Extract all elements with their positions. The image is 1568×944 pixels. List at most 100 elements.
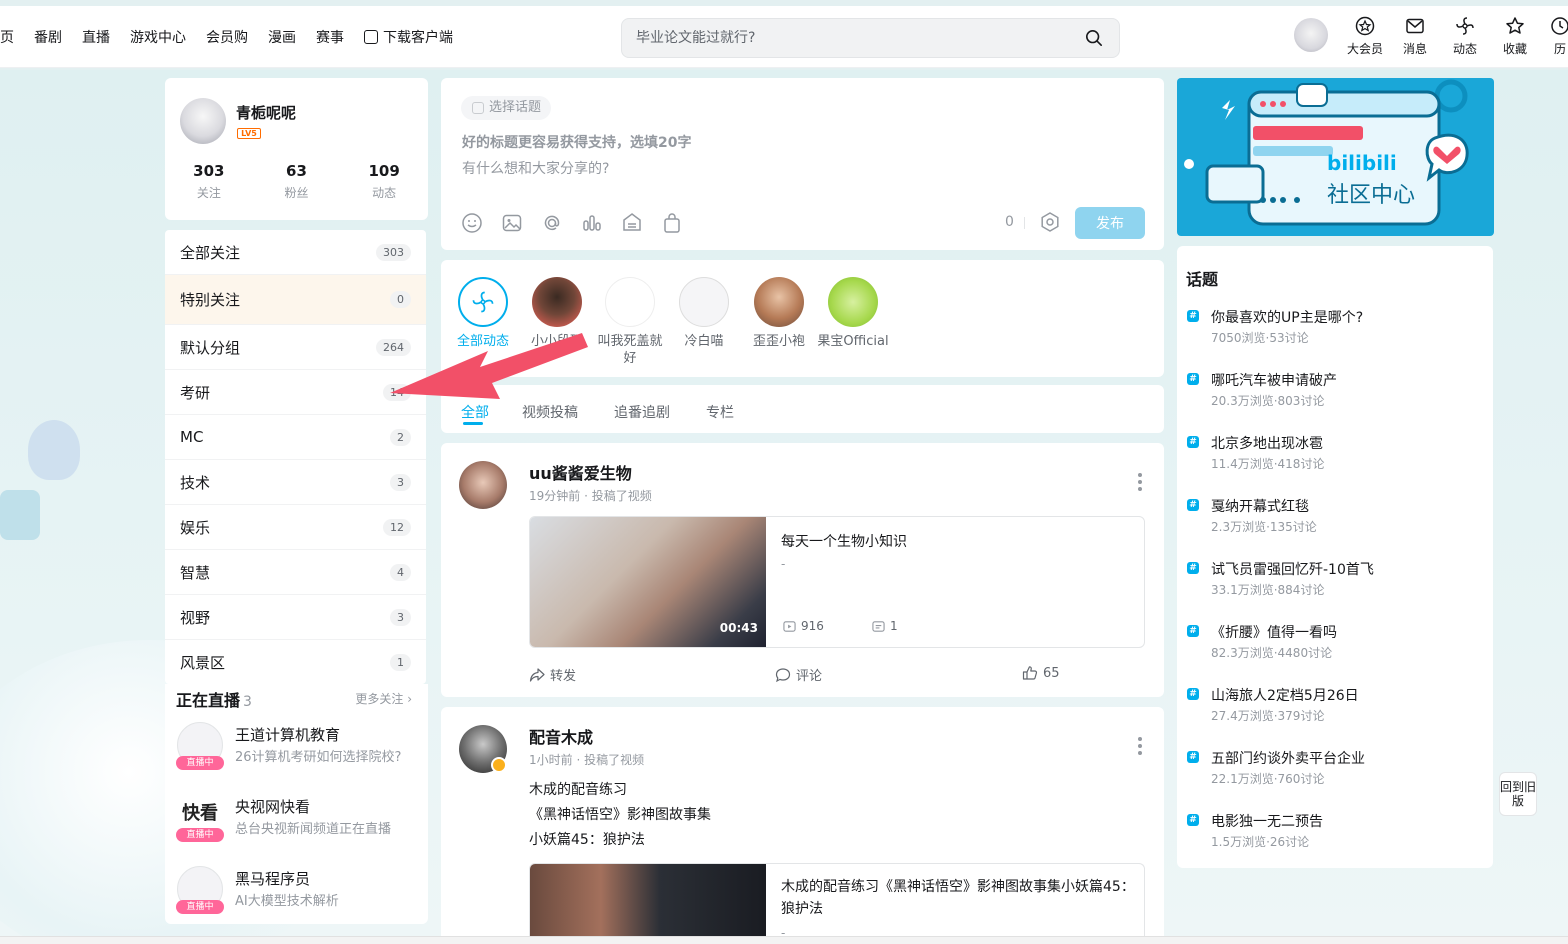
search-icon[interactable] xyxy=(1085,29,1103,47)
profile-avatar[interactable] xyxy=(180,98,226,144)
group-count: 0 xyxy=(390,291,411,308)
topic-name: 你最喜欢的UP主是哪个? xyxy=(1211,310,1364,326)
feed-post: uu酱酱爱生物 19分钟前 · 投稿了视频 00:43 每天一个生物小知识 - … xyxy=(441,443,1164,697)
live-name: 黑马程序员 xyxy=(235,870,311,888)
hash-icon: # xyxy=(1187,562,1199,574)
group-item-special[interactable]: 特别关注 0 xyxy=(165,275,426,325)
publish-button[interactable]: 发布 xyxy=(1075,207,1145,239)
emoji-button[interactable] xyxy=(461,211,501,235)
live-item[interactable]: 直播中 王道计算机教育 26计算机考研如何选择院校? xyxy=(176,722,417,782)
more-options-icon[interactable] xyxy=(1138,473,1142,491)
stat-label: 动态 xyxy=(372,186,397,200)
reserve-button[interactable] xyxy=(621,211,661,235)
body-input[interactable]: 有什么想和大家分享的? xyxy=(462,158,609,178)
group-name: 风景区 xyxy=(180,653,226,672)
nav-live[interactable]: 直播 xyxy=(82,27,110,47)
windmill-icon xyxy=(472,291,494,313)
avatar xyxy=(605,277,655,327)
comment-icon xyxy=(775,667,791,682)
following-name: 叫我死盖就好 xyxy=(597,334,663,366)
comment-button[interactable]: 评论 xyxy=(775,665,822,684)
favorite-label: 收藏 xyxy=(1502,42,1527,56)
following-user[interactable]: 冷白喵 xyxy=(666,277,742,350)
nav-mall[interactable]: 会员购 xyxy=(206,27,248,47)
avatar xyxy=(532,277,582,327)
author-avatar[interactable] xyxy=(459,461,507,509)
user-avatar[interactable] xyxy=(1294,18,1328,52)
mascot-decoration-2 xyxy=(0,490,40,540)
topic-select[interactable]: 选择话题 xyxy=(461,96,552,120)
group-count: 3 xyxy=(390,473,411,491)
bag-icon xyxy=(664,213,680,233)
live-item[interactable]: 快看 直播中 央视网快看 总台央视新闻频道正在直播 xyxy=(176,794,417,854)
nav-anime[interactable]: 番剧 xyxy=(34,27,62,47)
group-item-tech[interactable]: 技术 3 xyxy=(165,460,426,505)
topic-stats: 1.5万浏览·26讨论 xyxy=(1211,835,1310,849)
mention-button[interactable] xyxy=(541,211,581,235)
dynamic-button[interactable]: 动态 xyxy=(1440,16,1490,57)
search-input[interactable] xyxy=(636,30,1056,46)
history-button[interactable]: 历 xyxy=(1540,16,1568,57)
header-icons: 大会员 消息 动态 收藏 历 xyxy=(1340,16,1568,57)
group-item-ent[interactable]: 娱乐 12 xyxy=(165,505,426,550)
tab-articles[interactable]: 专栏 xyxy=(706,402,734,422)
more-options-icon[interactable] xyxy=(1138,737,1142,755)
video-card[interactable]: 00:43 每天一个生物小知识 - 916 1 xyxy=(529,516,1145,648)
group-item-vision[interactable]: 视野 3 xyxy=(165,595,426,640)
author-name[interactable]: uu酱酱爱生物 xyxy=(529,460,632,484)
message-button[interactable]: 消息 xyxy=(1390,16,1440,57)
download-label: 下载客户端 xyxy=(383,29,453,46)
forward-button[interactable]: 转发 xyxy=(529,665,576,684)
live-item[interactable]: 直播中 黑马程序员 AI大模型技术解析 xyxy=(176,866,417,926)
community-banner[interactable]: bilibili 社区中心 xyxy=(1177,78,1494,236)
old-version-button[interactable]: 回到旧版 xyxy=(1499,772,1537,816)
nav-match[interactable]: 赛事 xyxy=(316,27,344,47)
vip-button[interactable]: 大会员 xyxy=(1340,16,1390,57)
image-button[interactable] xyxy=(501,211,541,235)
at-icon xyxy=(544,215,560,231)
more-label: 更多关注 xyxy=(355,692,404,706)
profile-name[interactable]: 青栀呢呢 xyxy=(236,102,296,123)
author-name[interactable]: 配音木成 xyxy=(529,724,593,748)
topic-icon xyxy=(472,102,484,114)
download-icon xyxy=(364,29,378,44)
live-title-text: 正在直播 xyxy=(176,691,241,710)
more-follow-link[interactable]: 更多关注 › xyxy=(355,690,412,707)
group-count: 12 xyxy=(383,518,411,536)
title-input[interactable]: 好的标题更容易获得支持，选填20字 xyxy=(462,132,691,152)
like-button[interactable]: 65 xyxy=(1022,665,1060,681)
group-name: 智慧 xyxy=(180,563,211,582)
following-user[interactable]: 叫我死盖就好 xyxy=(592,277,668,367)
video-card[interactable]: 木成的配音练习《黑神话悟空》影神图故事集小妖篇45：狼护法 - xyxy=(529,863,1145,944)
verified-icon xyxy=(491,757,507,773)
goods-button[interactable] xyxy=(661,211,701,235)
bottom-scrollbar xyxy=(0,936,1568,944)
following-user[interactable]: 果宝Official xyxy=(815,277,891,350)
settings-icon[interactable] xyxy=(1039,211,1061,233)
following-user[interactable]: 歪歪小袍 xyxy=(741,277,817,350)
stat-fans[interactable]: 63 粉丝 xyxy=(256,162,336,201)
history-label: 历 xyxy=(1553,42,1566,56)
compose-box: 选择话题 好的标题更容易获得支持，选填20字 有什么想和大家分享的? 0 发布 xyxy=(441,78,1164,250)
group-count: 3 xyxy=(390,608,411,626)
vote-button[interactable] xyxy=(581,211,621,235)
danmaku-count-value: 1 xyxy=(890,619,898,633)
topic-name: 戛纳开幕式红毯 xyxy=(1211,499,1309,515)
hash-icon: # xyxy=(1187,625,1199,637)
group-item-all[interactable]: 全部关注 303 xyxy=(165,230,426,275)
nav-download[interactable]: 下载客户端 xyxy=(364,27,453,47)
hash-icon: # xyxy=(1187,436,1199,448)
tab-anime[interactable]: 追番追剧 xyxy=(614,402,670,422)
nav-manga[interactable]: 漫画 xyxy=(268,27,296,47)
nav-home[interactable]: 首页 xyxy=(0,27,14,47)
stat-value: 109 xyxy=(368,162,400,180)
group-item-scenic[interactable]: 风景区 1 xyxy=(165,640,426,684)
group-item-wisdom[interactable]: 智慧 4 xyxy=(165,550,426,595)
topic-stats: 11.4万浏览·418讨论 xyxy=(1211,457,1325,471)
nav-game-center[interactable]: 游戏中心 xyxy=(130,27,186,47)
group-name: MC xyxy=(180,428,204,446)
stat-following[interactable]: 303 关注 xyxy=(169,162,249,201)
favorite-button[interactable]: 收藏 xyxy=(1490,16,1540,57)
vip-label: 大会员 xyxy=(1346,42,1383,56)
stat-dynamics[interactable]: 109 动态 xyxy=(344,162,424,201)
